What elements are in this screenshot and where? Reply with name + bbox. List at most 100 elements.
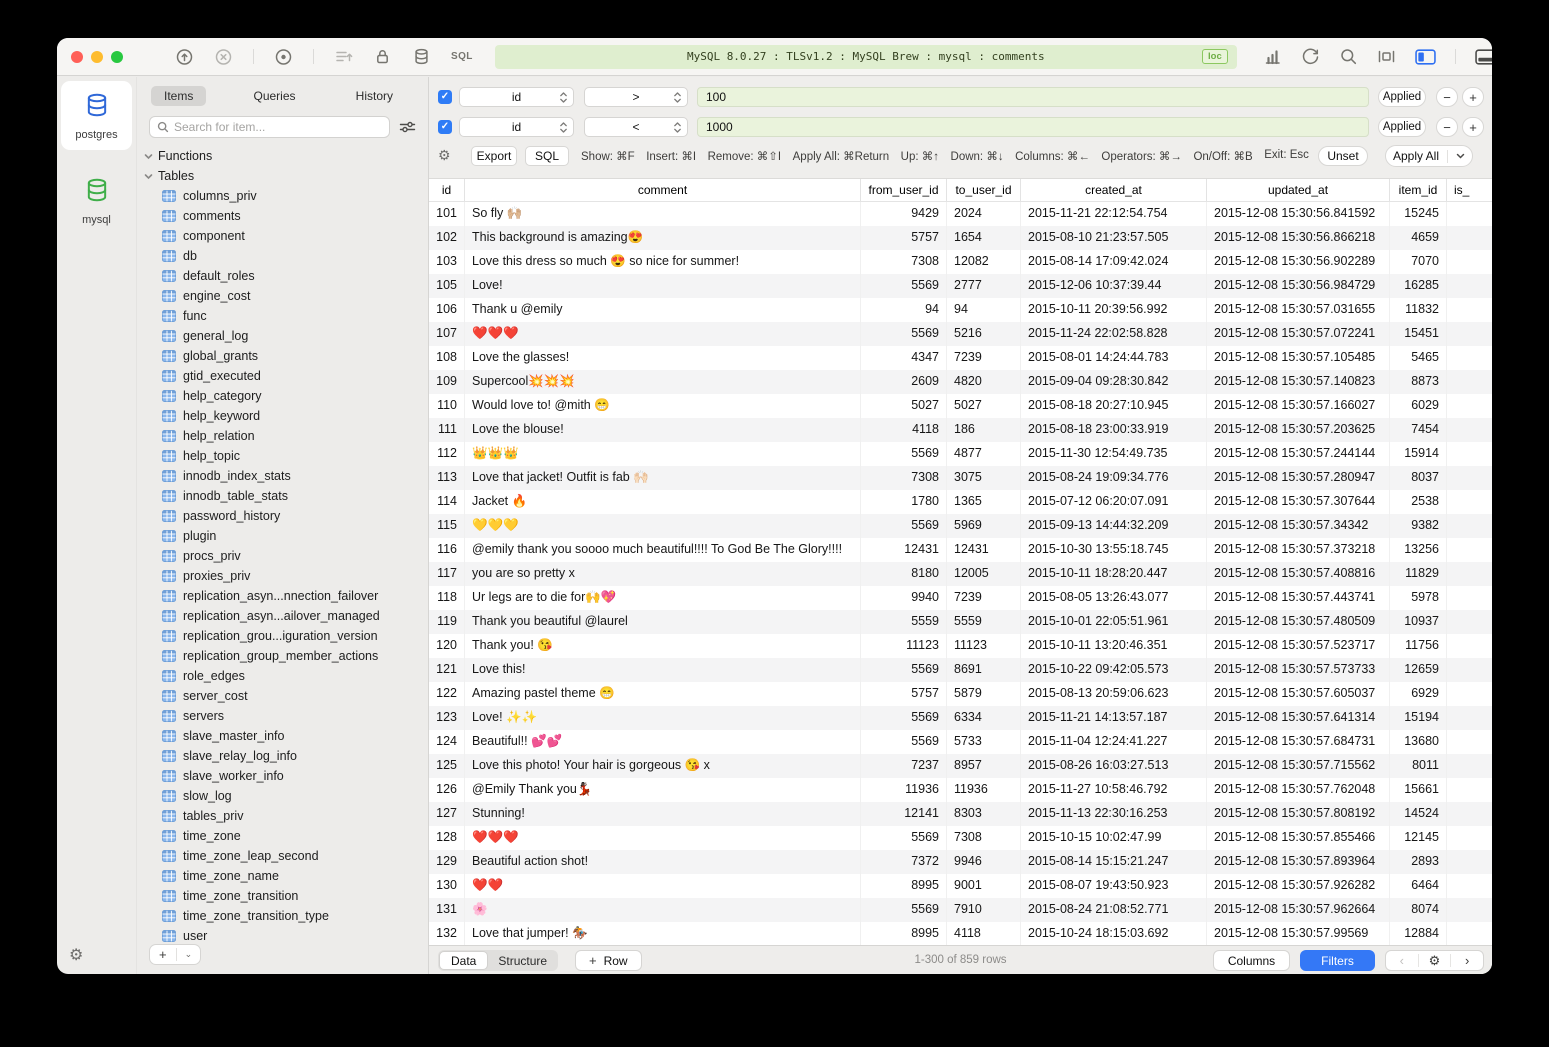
sidebar-table-item[interactable]: db	[137, 246, 428, 266]
filter-value-input[interactable]	[697, 87, 1369, 107]
navigation-icon[interactable]	[175, 47, 194, 66]
sidebar-table-item[interactable]: help_relation	[137, 426, 428, 446]
table-row[interactable]: 106Thank u @emily94942015-10-11 20:39:56…	[429, 298, 1492, 322]
apply-all-button[interactable]: Apply All	[1385, 145, 1473, 167]
filter-add-button[interactable]: +	[1462, 117, 1484, 137]
minimize-window-button[interactable]	[91, 51, 103, 63]
table-row[interactable]: 126@Emily Thank you💃🏿11936119362015-11-2…	[429, 778, 1492, 802]
table-row[interactable]: 112👑👑👑556948772015-11-30 12:54:49.735201…	[429, 442, 1492, 466]
filter-remove-button[interactable]: −	[1436, 117, 1458, 137]
tab-structure[interactable]: Structure	[488, 953, 557, 969]
filter-settings-gear-icon[interactable]: ⚙	[438, 147, 451, 164]
filter-options-icon[interactable]	[399, 120, 416, 134]
table-row[interactable]: 108Love the glasses!434772392015-08-01 1…	[429, 346, 1492, 370]
sidebar-table-item[interactable]: procs_priv	[137, 546, 428, 566]
add-item-button[interactable]: + ⌄	[149, 944, 201, 965]
filter-column-select[interactable]: id	[459, 117, 574, 137]
table-row[interactable]: 132Love that jumper! 🏇899541182015-10-24…	[429, 922, 1492, 945]
lock-icon[interactable]	[373, 47, 392, 66]
filter-remove-button[interactable]: −	[1436, 87, 1458, 107]
search-box[interactable]	[149, 116, 390, 138]
search-icon[interactable]	[1339, 47, 1358, 66]
tab-queries[interactable]: Queries	[240, 86, 308, 106]
table-row[interactable]: 103Love this dress so much 😍 so nice for…	[429, 250, 1492, 274]
table-row[interactable]: 121Love this!556986912015-10-22 09:42:05…	[429, 658, 1492, 682]
sidebar-table-item[interactable]: component	[137, 226, 428, 246]
refresh-icon[interactable]	[1301, 47, 1320, 66]
table-row[interactable]: 110Would love to! @mith 😁502750272015-08…	[429, 394, 1492, 418]
column-header-created_at[interactable]: created_at	[1021, 179, 1207, 201]
database-icon[interactable]	[412, 47, 431, 66]
filter-enabled-checkbox[interactable]: ✓	[438, 90, 452, 104]
filter-applied-button[interactable]: Applied	[1378, 87, 1426, 107]
sidebar-table-item[interactable]: tables_priv	[137, 806, 428, 826]
sidebar-table-item[interactable]: replication_asyn...ailover_managed	[137, 606, 428, 626]
sidebar-table-item[interactable]: func	[137, 306, 428, 326]
sidebar-table-item[interactable]: replication_grou...iguration_version	[137, 626, 428, 646]
table-row[interactable]: 113Love that jacket! Outfit is fab 🙌🏻730…	[429, 466, 1492, 490]
sql-button[interactable]: SQL	[525, 146, 569, 166]
filter-enabled-checkbox[interactable]: ✓	[438, 120, 452, 134]
sidebar-table-item[interactable]: time_zone	[137, 826, 428, 846]
tab-items[interactable]: Items	[151, 86, 206, 106]
sidebar-table-item[interactable]: proxies_priv	[137, 566, 428, 586]
previous-page-button[interactable]: ‹	[1386, 951, 1418, 970]
sidebar-table-item[interactable]: role_edges	[137, 666, 428, 686]
table-row[interactable]: 114Jacket 🔥178013652015-07-12 06:20:07.0…	[429, 490, 1492, 514]
sidebar-table-item[interactable]: time_zone_transition_type	[137, 906, 428, 926]
sidebar-table-item[interactable]: global_grants	[137, 346, 428, 366]
sidebar-table-item[interactable]: server_cost	[137, 686, 428, 706]
zoom-window-button[interactable]	[111, 51, 123, 63]
tab-data[interactable]: Data	[439, 951, 488, 970]
table-row[interactable]: 130❤️❤️899590012015-08-07 19:43:50.92320…	[429, 874, 1492, 898]
table-row[interactable]: 129Beautiful action shot!737299462015-08…	[429, 850, 1492, 874]
sidebar-table-item[interactable]: time_zone_leap_second	[137, 846, 428, 866]
sidebar-table-item[interactable]: gtid_executed	[137, 366, 428, 386]
sidebar-table-item[interactable]: replication_asyn...nnection_failover	[137, 586, 428, 606]
table-row[interactable]: 109Supercool💥💥💥260948202015-09-04 09:28:…	[429, 370, 1492, 394]
table-row[interactable]: 107❤️❤️❤️556952162015-11-24 22:02:58.828…	[429, 322, 1492, 346]
column-header-id[interactable]: id	[429, 179, 465, 201]
fit-width-icon[interactable]	[1377, 47, 1396, 66]
sidebar-table-item[interactable]: engine_cost	[137, 286, 428, 306]
add-row-button[interactable]: + Row	[575, 950, 642, 971]
filter-applied-button[interactable]: Applied	[1378, 117, 1426, 137]
sql-editor-button[interactable]: SQL	[451, 51, 473, 62]
sidebar-table-item[interactable]: slave_worker_info	[137, 766, 428, 786]
grid-settings-gear-icon[interactable]: ⚙	[1419, 951, 1451, 970]
settings-gear-icon[interactable]: ⚙	[69, 945, 83, 965]
column-header-is_[interactable]: is_	[1447, 179, 1492, 201]
table-row[interactable]: 124Beautiful!! 💕💕556957332015-11-04 12:2…	[429, 730, 1492, 754]
table-row[interactable]: 119Thank you beautiful @laurel5559555920…	[429, 610, 1492, 634]
unset-button[interactable]: Unset	[1318, 146, 1368, 166]
column-header-updated_at[interactable]: updated_at	[1207, 179, 1390, 201]
filters-button[interactable]: Filters	[1300, 950, 1375, 971]
sidebar-table-item[interactable]: help_category	[137, 386, 428, 406]
sidebar-table-item[interactable]: general_log	[137, 326, 428, 346]
table-row[interactable]: 116@emily thank you soooo much beautiful…	[429, 538, 1492, 562]
sidebar-table-item[interactable]: help_topic	[137, 446, 428, 466]
table-row[interactable]: 131🌸556979102015-08-24 21:08:52.7712015-…	[429, 898, 1492, 922]
tree-group-functions[interactable]: Functions	[137, 146, 428, 166]
table-row[interactable]: 123Love! ✨✨556963342015-11-21 14:13:57.1…	[429, 706, 1492, 730]
tab-history[interactable]: History	[343, 86, 406, 106]
filter-operator-select[interactable]: <	[584, 117, 688, 137]
filter-operator-select[interactable]: >	[584, 87, 688, 107]
table-row[interactable]: 127Stunning!1214183032015-11-13 22:30:16…	[429, 802, 1492, 826]
columns-button[interactable]: Columns	[1213, 950, 1290, 971]
toggle-left-panel-icon[interactable]	[1415, 49, 1436, 65]
search-input[interactable]	[174, 120, 382, 134]
sidebar-table-item[interactable]: user	[137, 926, 428, 946]
next-page-button[interactable]: ›	[1451, 951, 1483, 970]
sidebar-table-item[interactable]: innodb_index_stats	[137, 466, 428, 486]
toggle-bottom-panel-icon[interactable]	[1475, 49, 1492, 65]
list-arrow-icon[interactable]	[334, 47, 353, 66]
column-header-item_id[interactable]: item_id	[1390, 179, 1447, 201]
sidebar-table-item[interactable]: servers	[137, 706, 428, 726]
table-row[interactable]: 118Ur legs are to die for🙌💖994072392015-…	[429, 586, 1492, 610]
close-window-button[interactable]	[71, 51, 83, 63]
column-header-from_user_id[interactable]: from_user_id	[861, 179, 947, 201]
sidebar-table-item[interactable]: slave_relay_log_info	[137, 746, 428, 766]
chart-icon[interactable]	[1263, 47, 1282, 66]
sidebar-table-item[interactable]: time_zone_transition	[137, 886, 428, 906]
